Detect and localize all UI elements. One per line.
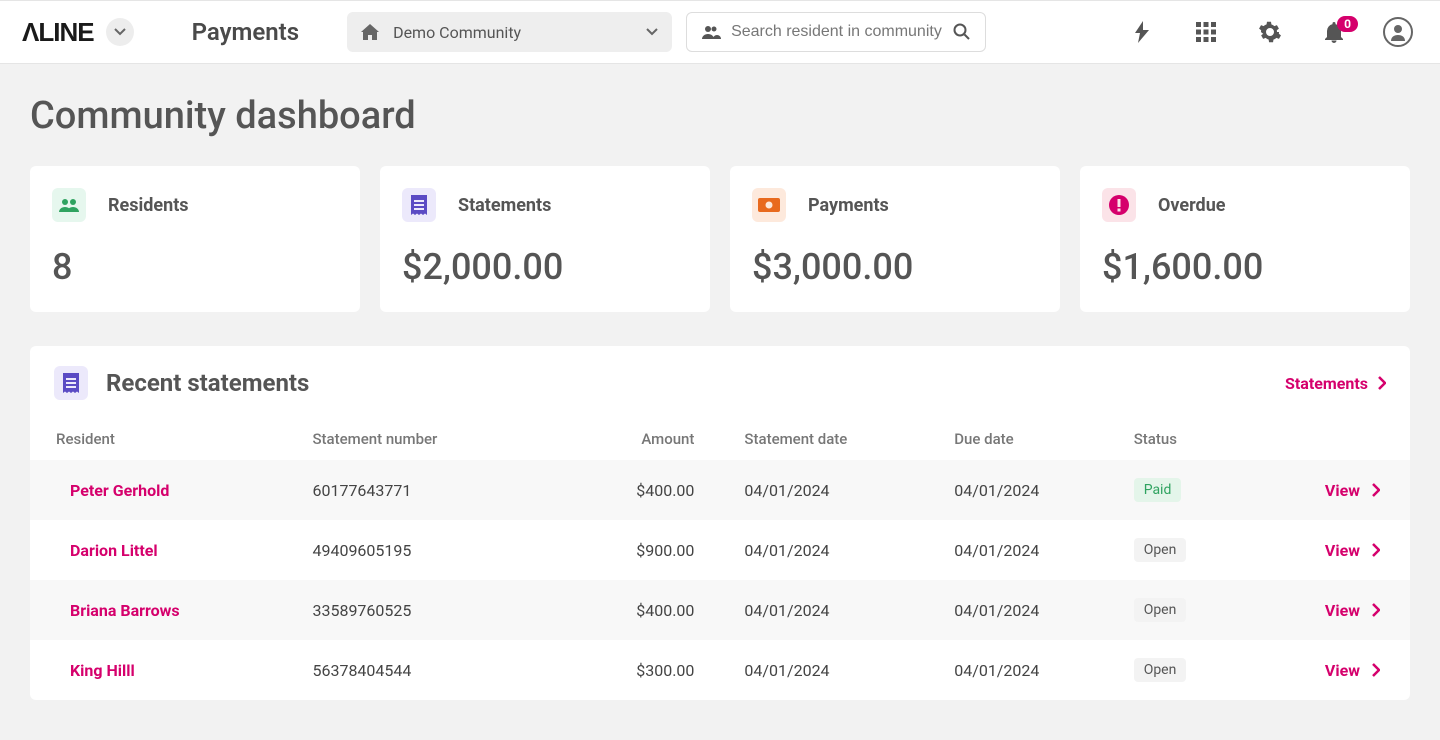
summary-card-statements[interactable]: Statements $2,000.00 bbox=[380, 166, 710, 312]
statement-number: 60177643771 bbox=[302, 460, 549, 520]
statements-icon bbox=[402, 188, 436, 222]
gear-icon bbox=[1259, 21, 1281, 43]
nav-section: Payments bbox=[192, 18, 299, 46]
page-title: Community dashboard bbox=[30, 94, 1410, 138]
avatar-icon bbox=[1383, 17, 1413, 47]
statements-table: ResidentStatement numberAmountStatement … bbox=[30, 418, 1410, 700]
card-label: Residents bbox=[108, 195, 189, 216]
table-row: Darion Littel49409605195$900.0004/01/202… bbox=[30, 520, 1410, 580]
table-row: King Hilll56378404544$300.0004/01/202404… bbox=[30, 640, 1410, 700]
card-value: 8 bbox=[52, 246, 338, 288]
table-row: Peter Gerhold60177643771$400.0004/01/202… bbox=[30, 460, 1410, 520]
column-header: Resident bbox=[30, 418, 302, 460]
statements-link[interactable]: Statements bbox=[1285, 374, 1386, 393]
amount: $400.00 bbox=[550, 460, 735, 520]
card-label: Payments bbox=[808, 195, 889, 216]
due-date: 04/01/2024 bbox=[944, 580, 1123, 640]
view-button[interactable]: View bbox=[1325, 661, 1380, 680]
search-icon[interactable] bbox=[953, 23, 971, 41]
chevron-right-icon bbox=[1372, 603, 1380, 617]
notification-badge: 0 bbox=[1337, 16, 1358, 32]
summary-card-residents[interactable]: Residents 8 bbox=[30, 166, 360, 312]
notifications-button[interactable]: 0 bbox=[1314, 12, 1354, 52]
due-date: 04/01/2024 bbox=[944, 520, 1123, 580]
card-value: $1,600.00 bbox=[1102, 246, 1388, 288]
amount: $300.00 bbox=[550, 640, 735, 700]
summary-card-payments[interactable]: Payments $3,000.00 bbox=[730, 166, 1060, 312]
statement-date: 04/01/2024 bbox=[734, 580, 944, 640]
topbar: ΛLINE Payments Demo Community 0 bbox=[0, 0, 1440, 64]
status-badge: Open bbox=[1134, 598, 1187, 622]
overdue-icon bbox=[1102, 188, 1136, 222]
status-badge: Open bbox=[1134, 538, 1187, 562]
table-row: Briana Barrows33589760525$400.0004/01/20… bbox=[30, 580, 1410, 640]
chevron-down-icon bbox=[114, 28, 126, 36]
search-input[interactable] bbox=[731, 23, 943, 41]
bolt-icon bbox=[1135, 21, 1149, 43]
chevron-right-icon bbox=[1372, 483, 1380, 497]
card-value: $3,000.00 bbox=[752, 246, 1038, 288]
home-icon bbox=[361, 24, 379, 40]
search-container bbox=[686, 12, 986, 52]
brand-logo: ΛLINE bbox=[22, 17, 94, 48]
receipt-icon bbox=[54, 366, 88, 400]
column-header bbox=[1248, 418, 1410, 460]
resident-link[interactable]: Peter Gerhold bbox=[70, 481, 169, 500]
column-header: Statement number bbox=[302, 418, 549, 460]
card-label: Statements bbox=[458, 195, 551, 216]
statement-number: 56378404544 bbox=[302, 640, 549, 700]
brand-menu-toggle[interactable] bbox=[106, 18, 134, 46]
resident-link[interactable]: King Hilll bbox=[70, 661, 135, 680]
residents-icon bbox=[52, 188, 86, 222]
actions-button[interactable] bbox=[1122, 12, 1162, 52]
chevron-right-icon bbox=[1372, 543, 1380, 557]
column-header: Statement date bbox=[734, 418, 944, 460]
main-content: Community dashboard Residents 8 Statements… bbox=[0, 64, 1440, 740]
chevron-right-icon bbox=[1378, 376, 1386, 390]
card-value: $2,000.00 bbox=[402, 246, 688, 288]
statement-date: 04/01/2024 bbox=[734, 640, 944, 700]
resident-link[interactable]: Briana Barrows bbox=[70, 601, 180, 620]
users-icon bbox=[701, 25, 721, 39]
due-date: 04/01/2024 bbox=[944, 640, 1123, 700]
chevron-down-icon bbox=[646, 28, 658, 36]
statement-number: 49409605195 bbox=[302, 520, 549, 580]
card-label: Overdue bbox=[1158, 195, 1226, 216]
status-badge: Paid bbox=[1134, 478, 1182, 502]
resident-link[interactable]: Darion Littel bbox=[70, 541, 158, 560]
apps-button[interactable] bbox=[1186, 12, 1226, 52]
grid-icon bbox=[1196, 22, 1216, 42]
summary-cards: Residents 8 Statements $2,000.00 Payments $3,… bbox=[30, 166, 1410, 312]
column-header: Status bbox=[1124, 418, 1248, 460]
user-menu[interactable] bbox=[1378, 12, 1418, 52]
view-button[interactable]: View bbox=[1325, 601, 1380, 620]
community-label: Demo Community bbox=[393, 23, 632, 42]
statement-date: 04/01/2024 bbox=[734, 520, 944, 580]
status-badge: Open bbox=[1134, 658, 1187, 682]
due-date: 04/01/2024 bbox=[944, 460, 1123, 520]
amount: $900.00 bbox=[550, 520, 735, 580]
statement-date: 04/01/2024 bbox=[734, 460, 944, 520]
column-header: Amount bbox=[550, 418, 735, 460]
payments-icon bbox=[752, 188, 786, 222]
panel-title: Recent statements bbox=[106, 369, 309, 397]
recent-statements-panel: Recent statements Statements ResidentSta… bbox=[30, 346, 1410, 700]
amount: $400.00 bbox=[550, 580, 735, 640]
topbar-actions: 0 bbox=[1122, 12, 1418, 52]
settings-button[interactable] bbox=[1250, 12, 1290, 52]
view-button[interactable]: View bbox=[1325, 541, 1380, 560]
chevron-right-icon bbox=[1372, 663, 1380, 677]
statement-number: 33589760525 bbox=[302, 580, 549, 640]
view-button[interactable]: View bbox=[1325, 481, 1380, 500]
community-selector[interactable]: Demo Community bbox=[347, 12, 672, 52]
summary-card-overdue[interactable]: Overdue $1,600.00 bbox=[1080, 166, 1410, 312]
column-header: Due date bbox=[944, 418, 1123, 460]
